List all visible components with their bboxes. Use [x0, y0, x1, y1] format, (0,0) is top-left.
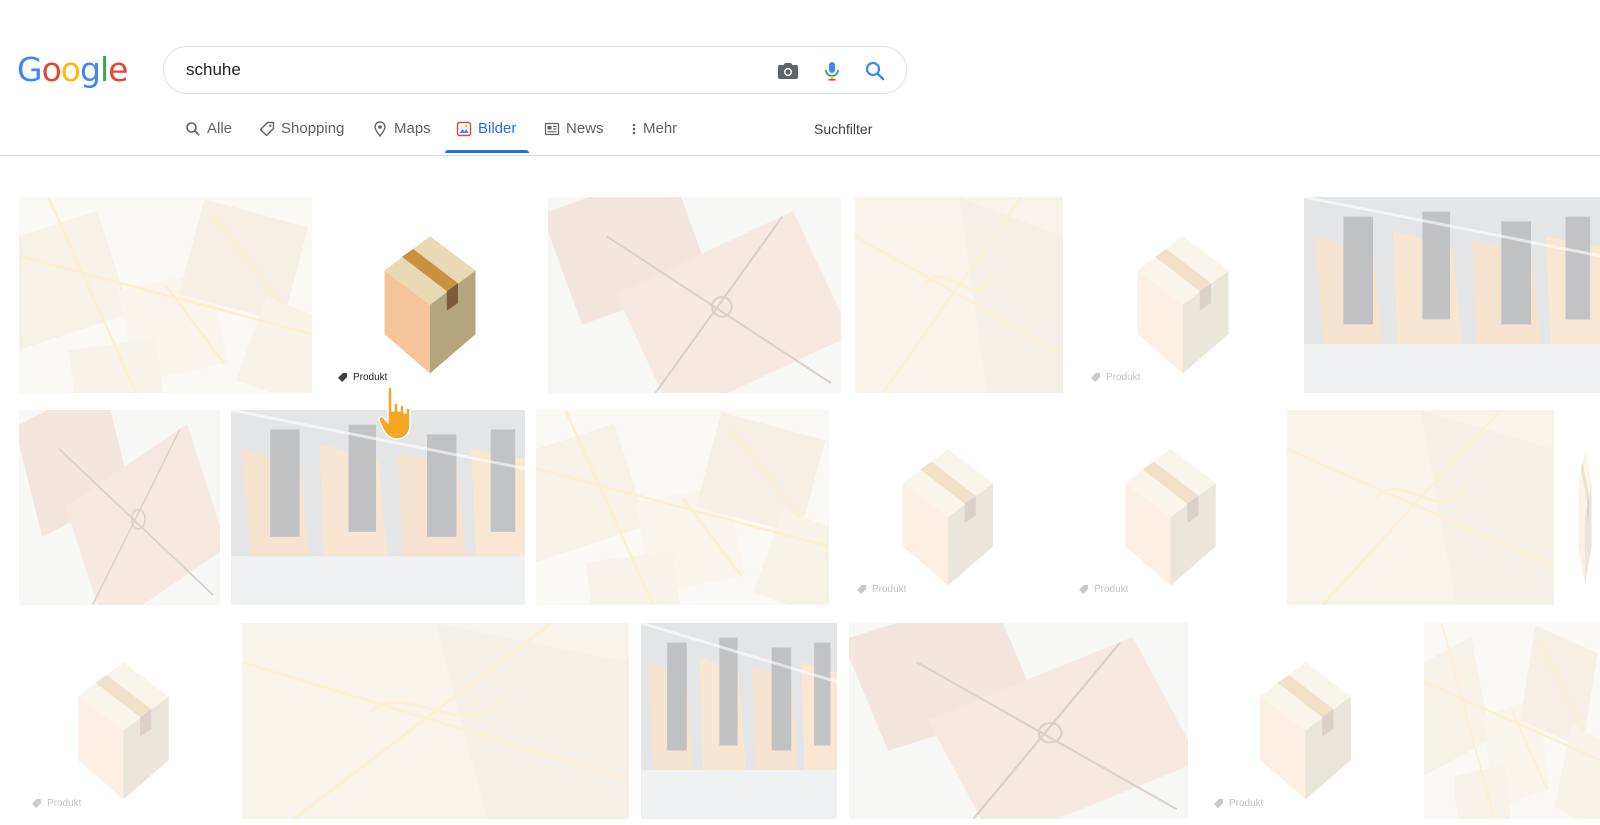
logo-letter: g	[79, 50, 101, 89]
image-icon	[456, 121, 472, 137]
image-result[interactable]	[548, 197, 841, 393]
search-tabs: Alle Shopping Maps Bilder News Mehr Such…	[0, 112, 1600, 154]
tab-label: Shopping	[281, 120, 345, 137]
header-divider	[0, 155, 1600, 156]
box-image	[325, 197, 535, 393]
badge-label: Produkt	[353, 371, 388, 383]
product-badge: Produkt	[25, 793, 90, 813]
image-result[interactable]: Produkt	[1201, 623, 1410, 819]
wrapped-parcel-image	[548, 197, 841, 393]
wrapped-parcel-image	[19, 410, 220, 605]
badge-label: Produkt	[1106, 371, 1141, 383]
product-badge: Produkt	[1084, 367, 1149, 387]
tab-label: News	[566, 120, 604, 137]
parcels-image	[19, 197, 312, 393]
logo-letter: G	[17, 50, 43, 89]
box-image	[1066, 410, 1275, 605]
bags-image	[1304, 197, 1600, 393]
box-image	[19, 623, 228, 819]
tab-alle[interactable]: Alle	[185, 120, 232, 154]
product-badge: Produkt	[331, 367, 396, 387]
badge-label: Produkt	[1094, 583, 1129, 595]
tag-icon	[1214, 798, 1223, 808]
logo-letter: e	[108, 50, 128, 89]
twine-parcel-image	[855, 197, 1063, 393]
image-result[interactable]	[1287, 410, 1554, 605]
tag-icon	[1091, 372, 1100, 382]
search-icon[interactable]	[863, 59, 887, 83]
image-result[interactable]	[855, 197, 1063, 393]
image-result[interactable]	[1424, 623, 1600, 819]
box-image	[1201, 623, 1410, 819]
tag-icon	[32, 798, 41, 808]
camera-icon[interactable]	[776, 59, 800, 83]
tag-icon	[857, 584, 866, 594]
tab-label: Bilder	[478, 120, 517, 137]
tab-shopping[interactable]: Shopping	[259, 120, 344, 154]
image-result[interactable]: Produkt	[325, 197, 535, 393]
bags-image	[231, 410, 525, 605]
google-logo[interactable]: Google	[17, 50, 128, 89]
tab-mehr[interactable]: Mehr	[631, 120, 677, 154]
logo-letter: o	[41, 50, 62, 89]
image-result[interactable]	[536, 410, 829, 605]
image-result[interactable]	[849, 623, 1188, 819]
parcels-image	[536, 410, 829, 605]
tab-bilder[interactable]: Bilder	[456, 120, 516, 154]
tab-label: Alle	[207, 120, 233, 137]
logo-letter: o	[60, 50, 81, 89]
product-badge: Produkt	[850, 579, 915, 599]
parcels-image	[1424, 623, 1600, 819]
image-result[interactable]: Produkt	[1078, 197, 1288, 393]
newspaper-icon	[544, 122, 560, 136]
tag-icon	[259, 121, 275, 137]
tab-news[interactable]: News	[544, 120, 604, 154]
wrapped-parcel-image	[849, 623, 1188, 819]
search-input[interactable]: schuhe	[186, 60, 241, 80]
tag-icon	[1079, 584, 1088, 594]
tab-label: Maps	[394, 120, 431, 137]
image-result[interactable]	[641, 623, 837, 819]
twine-parcel-image	[242, 623, 629, 819]
tab-maps[interactable]: Maps	[372, 120, 431, 154]
box-image	[844, 410, 1052, 605]
badge-label: Produkt	[1229, 797, 1264, 809]
image-result[interactable]: Produkt	[1066, 410, 1275, 605]
image-result[interactable]	[19, 410, 220, 605]
more-vertical-icon	[632, 123, 636, 135]
image-result[interactable]	[231, 410, 525, 605]
bags-image	[641, 623, 837, 819]
active-tab-indicator	[445, 150, 529, 153]
search-filter-button[interactable]: Suchfilter	[814, 121, 872, 137]
image-result[interactable]	[1570, 410, 1600, 605]
map-pin-icon	[374, 121, 386, 137]
product-badge: Produkt	[1207, 793, 1272, 813]
product-badge: Produkt	[1072, 579, 1137, 599]
twine-parcel-image	[1287, 410, 1554, 605]
logo-letter: l	[99, 50, 109, 89]
image-result[interactable]: Produkt	[19, 623, 228, 819]
image-result[interactable]	[1304, 197, 1600, 393]
tag-icon	[338, 372, 347, 382]
tab-label: Mehr	[643, 120, 678, 137]
box-image	[1078, 197, 1288, 393]
badge-label: Produkt	[47, 797, 82, 809]
image-result[interactable]	[19, 197, 312, 393]
search-box[interactable]: schuhe	[163, 46, 907, 94]
search-icon	[186, 122, 200, 136]
box-image	[1570, 410, 1600, 605]
microphone-icon[interactable]	[820, 59, 844, 83]
image-result[interactable]: Produkt	[844, 410, 1052, 605]
image-result[interactable]	[242, 623, 629, 819]
badge-label: Produkt	[872, 583, 907, 595]
